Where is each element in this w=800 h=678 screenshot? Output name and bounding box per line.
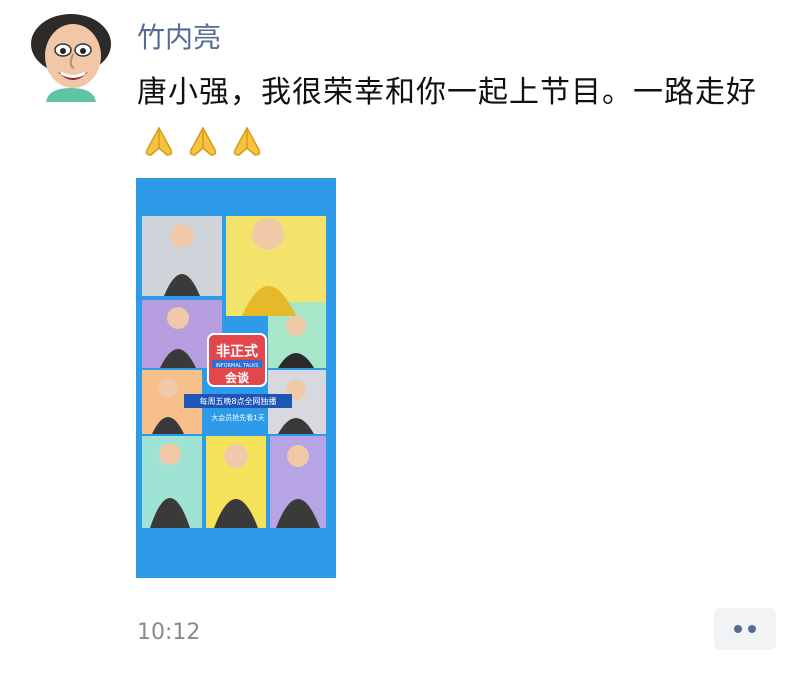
poster-subtitle: INFORMAL TALKS (216, 363, 259, 369)
post-text: 唐小强，我很荣幸和你一起上节目。一路走好 (137, 68, 777, 168)
poster-schedule: 每周五晚8点全网独播 (199, 396, 276, 406)
post-image-poster[interactable]: 非正式 INFORMAL TALKS 会谈 每周五晚8点全网独播 大会员抢先看1… (136, 178, 336, 578)
show-poster-image: 非正式 INFORMAL TALKS 会谈 每周五晚8点全网独播 大会员抢先看1… (136, 178, 336, 578)
post-timestamp: 10:12 (137, 620, 201, 645)
more-actions-button[interactable] (714, 608, 776, 650)
more-dot-icon (748, 625, 756, 633)
folded-hands-icon (189, 126, 217, 156)
poster-member-note: 大会员抢先看1天 (211, 413, 264, 422)
poster-title-line1: 非正式 (216, 343, 258, 360)
emoji-row (139, 124, 267, 158)
author-avatar[interactable] (28, 10, 114, 102)
more-dot-icon (734, 625, 742, 633)
folded-hands-icon (145, 126, 173, 156)
caricature-avatar-image (28, 10, 114, 102)
folded-hands-icon (233, 126, 261, 156)
post-text-content: 唐小强，我很荣幸和你一起上节目。一路走好 (137, 75, 757, 110)
post-author-name[interactable]: 竹内亮 (137, 16, 221, 56)
poster-title-line2: 会谈 (225, 370, 250, 385)
